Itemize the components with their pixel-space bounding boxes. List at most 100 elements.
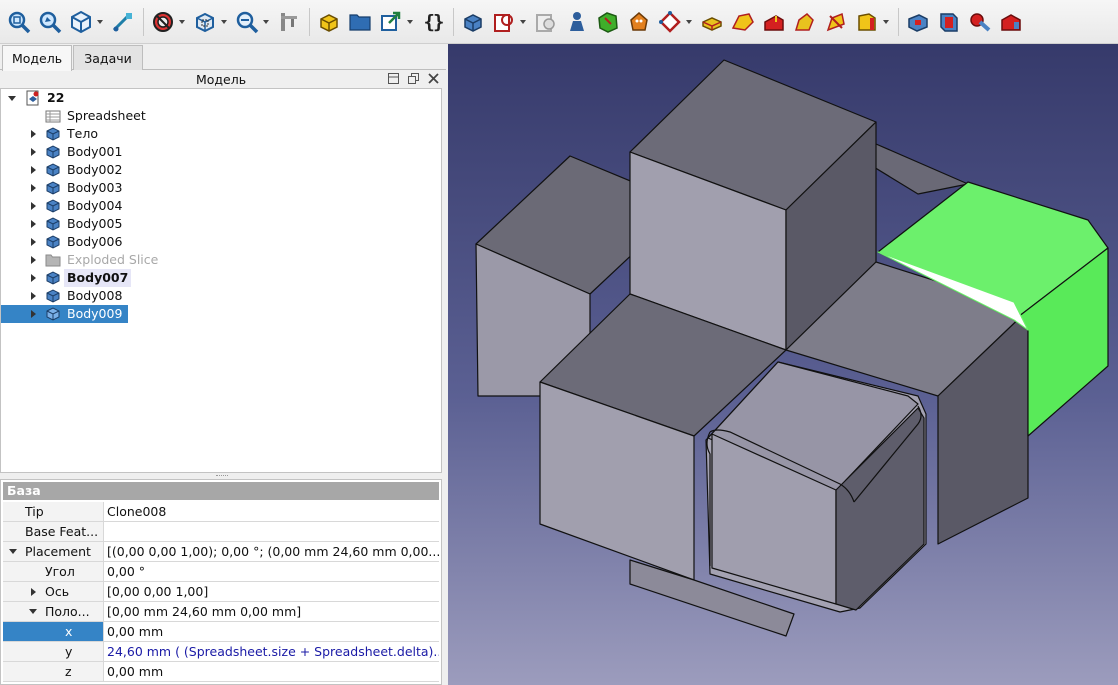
groove-icon[interactable]	[823, 7, 849, 37]
property-row-placement[interactable]: Placement [(0,00 0,00 1,00); 0,00 °; (0,…	[3, 542, 439, 562]
caliper-icon[interactable]	[276, 7, 302, 37]
expand-arrow-icon[interactable]	[28, 161, 38, 179]
property-value-expression[interactable]: 24,60 mm ( (Spreadsheet.size + Spreadshe…	[105, 642, 439, 661]
tree-item-label: Body006	[67, 234, 123, 249]
property-value[interactable]: 0,00 °	[105, 562, 439, 581]
tab-model[interactable]: Модель	[2, 45, 72, 71]
check-geometry-icon[interactable]	[533, 7, 559, 37]
expand-arrow-icon[interactable]	[28, 251, 38, 269]
tree-item-document[interactable]: 22	[1, 89, 441, 107]
body-icon[interactable]	[460, 7, 486, 37]
property-value[interactable]: [0,00 0,00 1,00]	[105, 582, 439, 601]
tree-item-body003[interactable]: Body003	[1, 179, 441, 197]
expand-arrow-icon[interactable]	[28, 602, 38, 621]
loft-icon[interactable]	[792, 7, 818, 37]
std-views-dropdown-icon[interactable]	[96, 7, 104, 37]
fillet-icon[interactable]	[854, 7, 880, 37]
tab-tasks[interactable]: Задачи	[73, 45, 143, 70]
link-dropdown-icon[interactable]	[406, 7, 414, 37]
property-row-axis[interactable]: Ось [0,00 0,00 1,00]	[3, 582, 439, 602]
close-icon[interactable]	[426, 71, 440, 85]
property-value[interactable]: Clone008	[105, 502, 439, 521]
property-row-z[interactable]: z 0,00 mm	[3, 662, 439, 682]
property-value[interactable]: [0,00 mm 24,60 mm 0,00 mm]	[105, 602, 439, 621]
expand-arrow-icon[interactable]	[28, 305, 38, 323]
property-row-y[interactable]: y 24,60 mm ( (Spreadsheet.size + Spreads…	[3, 642, 439, 662]
expand-arrow-icon[interactable]	[28, 143, 38, 161]
draw-style-dropdown-icon[interactable]	[178, 7, 186, 37]
sketch-icon[interactable]	[657, 7, 683, 37]
fillet-dropdown-icon[interactable]	[882, 7, 890, 37]
bounding-box-dropdown-icon[interactable]	[220, 7, 228, 37]
expand-arrow-icon[interactable]	[28, 582, 38, 601]
toolbar-separator	[898, 7, 899, 36]
pad-icon[interactable]	[699, 7, 725, 37]
pocket-icon[interactable]	[761, 7, 787, 37]
part-icon[interactable]	[316, 7, 342, 37]
macro-icon[interactable]: {}	[420, 7, 446, 37]
tree-item-body006[interactable]: Body006	[1, 233, 441, 251]
property-row-position[interactable]: Поло... [0,00 mm 24,60 mm 0,00 mm]	[3, 602, 439, 622]
chamfer-icon[interactable]	[905, 7, 931, 37]
property-row-x[interactable]: x 0,00 mm	[3, 622, 439, 642]
tree-item-spreadsheet[interactable]: Spreadsheet	[1, 107, 441, 125]
folder-icon[interactable]	[347, 7, 373, 37]
expand-arrow-icon[interactable]	[28, 125, 38, 143]
tree-item-body009[interactable]: Body009	[1, 305, 441, 323]
tree-item-body007[interactable]: Body007	[1, 269, 441, 287]
tree-item-body001[interactable]: Body001	[1, 143, 441, 161]
std-views-icon[interactable]	[68, 7, 94, 37]
expand-arrow-icon[interactable]	[28, 179, 38, 197]
pattern-icon[interactable]	[967, 7, 993, 37]
expand-arrow-icon[interactable]	[28, 233, 38, 251]
tree-item-body005[interactable]: Body005	[1, 215, 441, 233]
sketch-dropdown-icon[interactable]	[685, 7, 693, 37]
expand-arrow-icon[interactable]	[8, 542, 18, 561]
mirror-icon[interactable]	[936, 7, 962, 37]
property-row-base-feature[interactable]: Base Feat...	[3, 522, 439, 542]
shape-binder-icon[interactable]	[595, 7, 621, 37]
zoom-dropdown-icon[interactable]	[262, 7, 270, 37]
property-value[interactable]	[105, 522, 439, 541]
expand-arrow-icon[interactable]	[28, 215, 38, 233]
bounding-box-icon[interactable]	[192, 7, 218, 37]
property-row-tip[interactable]: Tip Clone008	[3, 502, 439, 522]
tree-item-exploded-slice[interactable]: Exploded Slice	[1, 251, 441, 269]
fit-selection-icon[interactable]	[37, 7, 63, 37]
tree-item-body002[interactable]: Body002	[1, 161, 441, 179]
measure-icon[interactable]	[110, 7, 136, 37]
expand-arrow-icon[interactable]	[28, 287, 38, 305]
property-value[interactable]: 0,00 mm	[105, 622, 439, 641]
main-toolbar: {}	[0, 0, 1118, 44]
attachment-icon[interactable]	[491, 7, 517, 37]
figure-icon[interactable]	[564, 7, 590, 37]
fit-all-icon[interactable]	[6, 7, 32, 37]
boolean-icon[interactable]	[998, 7, 1024, 37]
revolve-icon[interactable]	[730, 7, 756, 37]
float-icon[interactable]	[406, 71, 420, 85]
draw-style-icon[interactable]	[150, 7, 176, 37]
toolbar-separator	[453, 7, 454, 36]
attachment-dropdown-icon[interactable]	[519, 7, 527, 37]
property-value[interactable]: [(0,00 0,00 1,00); 0,00 °; (0,00 mm 24,6…	[105, 542, 439, 561]
link-icon[interactable]	[378, 7, 404, 37]
tree-item-body008[interactable]: Body008	[1, 287, 441, 305]
tree-item-label: Body003	[67, 180, 123, 195]
zoom-icon[interactable]	[234, 7, 260, 37]
3d-viewport[interactable]	[448, 44, 1118, 685]
tree-item-body[interactable]: Тело	[1, 125, 441, 143]
collapse-icon[interactable]	[386, 71, 400, 85]
3d-model-render[interactable]	[448, 44, 1118, 685]
body-icon	[45, 144, 61, 160]
tree-item-label: Body002	[67, 162, 123, 177]
expand-arrow-icon[interactable]	[28, 269, 38, 287]
tree-panel-title: Модель	[195, 71, 247, 87]
tree-item-body004[interactable]: Body004	[1, 197, 441, 215]
property-value[interactable]: 0,00 mm	[105, 662, 439, 681]
tree-panel-header: Модель	[0, 70, 442, 88]
expand-arrow-icon[interactable]	[7, 89, 17, 107]
clone-icon[interactable]	[626, 7, 652, 37]
toolbar-separator	[143, 7, 144, 36]
property-row-angle[interactable]: Угол 0,00 °	[3, 562, 439, 582]
expand-arrow-icon[interactable]	[28, 197, 38, 215]
